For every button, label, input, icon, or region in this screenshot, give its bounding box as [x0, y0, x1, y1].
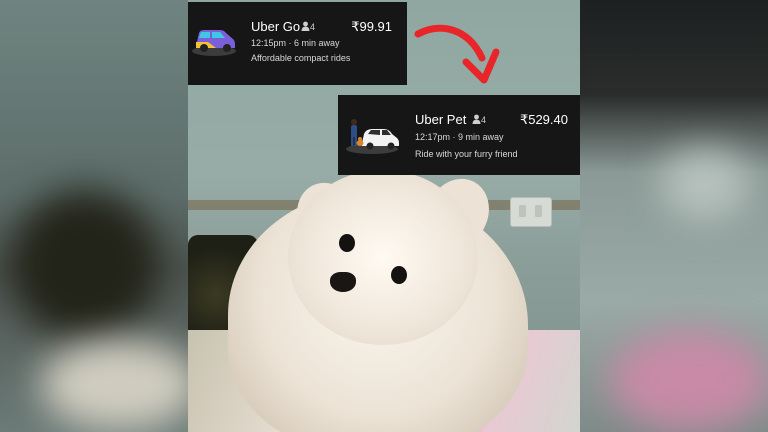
ride-eta: 12:15pm · 6 min away	[251, 38, 340, 48]
car-icon	[192, 30, 236, 56]
dog-eye-left	[339, 234, 355, 252]
ride-description: Affordable compact rides	[251, 53, 351, 63]
wall-switch	[510, 197, 552, 227]
blurred-background-right	[580, 0, 768, 432]
blurred-switch	[660, 150, 750, 220]
ride-name: Uber Pet	[415, 112, 467, 127]
blurred-pillow	[10, 190, 160, 340]
ride-description: Ride with your furry friend	[415, 149, 518, 159]
ride-name: Uber Go	[251, 19, 301, 34]
blurred-bed	[40, 340, 188, 430]
dog-nose	[330, 272, 356, 292]
ride-price: ₹99.91	[351, 19, 392, 34]
blurred-background-left	[0, 0, 188, 432]
person-icon	[472, 114, 481, 124]
ride-option-uber-pet[interactable]: Uber Pet 4 ₹529.40 12:17pm · 9 min away …	[338, 95, 580, 175]
person-icon	[301, 21, 310, 31]
ride-eta: 12:17pm · 9 min away	[415, 132, 504, 142]
arrow-icon	[414, 24, 500, 84]
dog-eye-right	[391, 266, 407, 284]
ride-price: ₹529.40	[519, 112, 568, 127]
seat-count: 4	[310, 22, 316, 32]
dog-head	[288, 170, 478, 345]
pet-car-icon	[346, 119, 399, 154]
blurred-bed	[610, 330, 768, 430]
ride-option-uber-go[interactable]: Uber Go 4 ₹99.91 12:15pm · 6 min away Af…	[188, 2, 407, 85]
seat-count: 4	[481, 115, 487, 125]
